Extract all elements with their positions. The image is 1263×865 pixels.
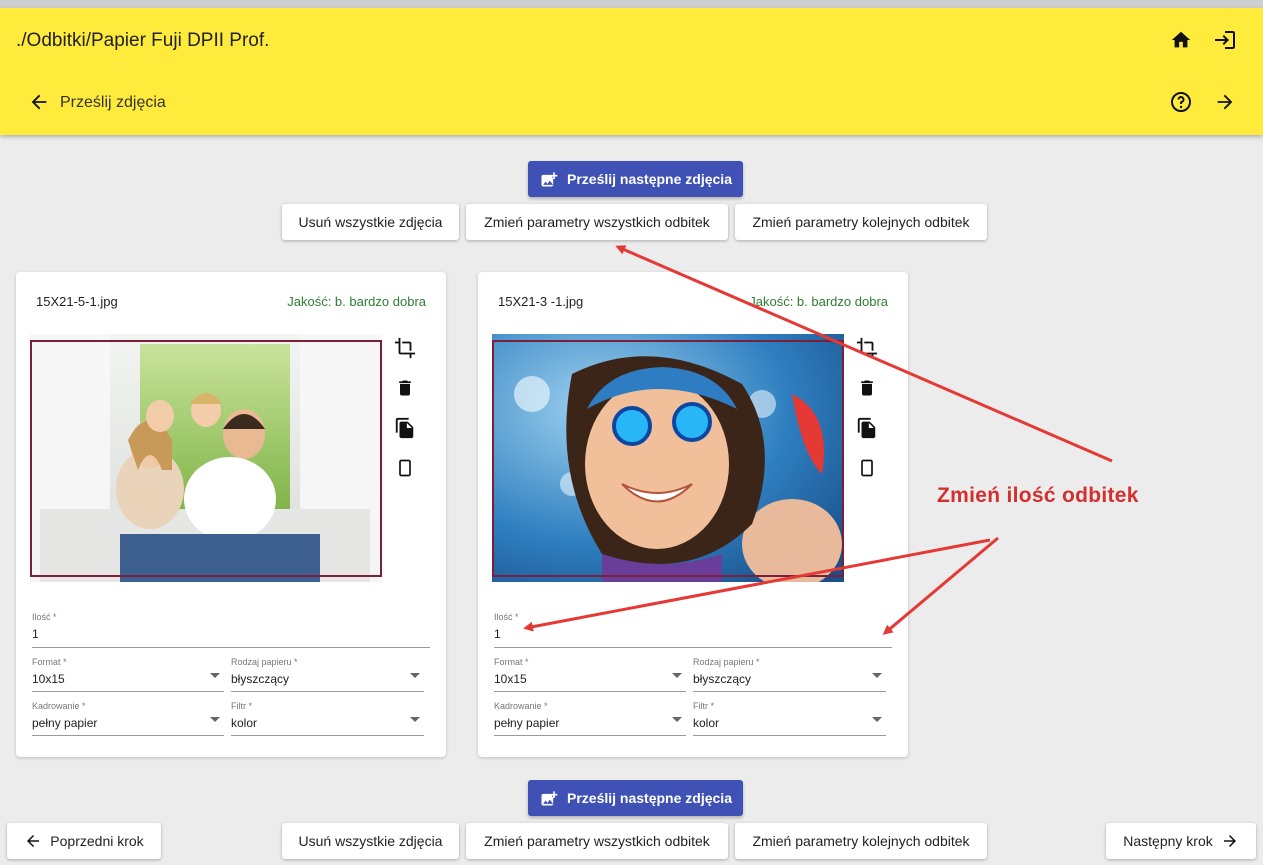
delete-all-button-bottom[interactable]: Usuń wszystkie zdjęcia	[282, 823, 459, 859]
previous-step-button[interactable]: Poprzedni krok	[7, 823, 161, 859]
paper-type-label: Rodzaj papieru *	[693, 657, 760, 667]
change-next-params-button-top[interactable]: Zmień parametry kolejnych odbitek	[735, 204, 987, 240]
login-icon[interactable]	[1212, 27, 1238, 53]
quantity-label: Ilość *	[494, 612, 519, 622]
copy-icon[interactable]	[856, 417, 878, 439]
top-strip	[0, 0, 1263, 8]
orientation-icon[interactable]	[394, 457, 416, 479]
delete-all-button-top[interactable]: Usuń wszystkie zdjęcia	[282, 204, 459, 240]
chevron-down-icon	[210, 673, 220, 678]
photo-preview-girl[interactable]	[492, 334, 844, 582]
copy-icon[interactable]	[394, 417, 416, 439]
step-title: Prześlij zdjęcia	[60, 94, 166, 111]
format-value: 10x15	[494, 672, 527, 686]
filter-label: Filtr *	[693, 701, 714, 711]
crop-mode-label: Kadrowanie *	[494, 701, 548, 711]
chevron-down-icon	[872, 717, 882, 722]
crop-mode-value: pełny papier	[494, 716, 560, 730]
format-select[interactable]: Format * 10x15	[494, 657, 686, 692]
photo-card-1: 15X21-5-1.jpg Jakość: b. bardzo dobra Il…	[16, 272, 446, 757]
delete-icon[interactable]	[856, 377, 878, 399]
chevron-down-icon	[672, 673, 682, 678]
quantity-field[interactable]: Ilość * 1	[494, 612, 892, 648]
filter-select[interactable]: Filtr * kolor	[231, 701, 424, 736]
upload-more-button-bottom[interactable]: Prześlij następne zdjęcia	[528, 780, 743, 816]
photo-filename: 15X21-5-1.jpg	[36, 294, 118, 309]
annotation-text: Zmień ilość odbitek	[937, 484, 1139, 507]
crop-mode-label: Kadrowanie *	[32, 701, 86, 711]
crop-mode-value: pełny papier	[32, 716, 98, 730]
crop-mode-select[interactable]: Kadrowanie * pełny papier	[32, 701, 224, 736]
format-value: 10x15	[32, 672, 65, 686]
filter-value: kolor	[693, 716, 720, 730]
chevron-down-icon	[410, 717, 420, 722]
next-step-button[interactable]: Następny krok	[1106, 823, 1256, 859]
format-select[interactable]: Format * 10x15	[32, 657, 224, 692]
app-header: ./Odbitki/Papier Fuji DPII Prof. Prześli…	[0, 8, 1263, 135]
delete-icon[interactable]	[394, 377, 416, 399]
paper-type-select[interactable]: Rodzaj papieru * błyszczący	[693, 657, 886, 692]
photo-card-2: 15X21-3 -1.jpg Jakość: b. bardzo dobra I…	[478, 272, 908, 757]
arrow-back-icon[interactable]	[26, 89, 52, 115]
quantity-label: Ilość *	[32, 612, 57, 622]
filter-label: Filtr *	[231, 701, 252, 711]
upload-more-label: Prześlij następne zdjęcia	[567, 790, 732, 806]
photo-filename: 15X21-3 -1.jpg	[498, 294, 584, 309]
filter-value: kolor	[231, 716, 258, 730]
format-label: Format *	[32, 657, 67, 667]
upload-more-label: Prześlij następne zdjęcia	[567, 171, 732, 187]
paper-type-value: błyszczący	[231, 672, 290, 686]
change-all-params-button-bottom[interactable]: Zmień parametry wszystkich odbitek	[466, 823, 728, 859]
arrow-back-icon	[27, 835, 40, 847]
add-photo-icon	[541, 172, 558, 187]
home-icon[interactable]	[1168, 27, 1194, 53]
photo-quality: Jakość: b. bardzo dobra	[749, 294, 888, 309]
orientation-icon[interactable]	[856, 457, 878, 479]
next-step-label: Następny krok	[1123, 833, 1213, 849]
add-photo-icon	[541, 791, 558, 806]
photo-preview-family[interactable]	[30, 334, 382, 582]
upload-more-button-top[interactable]: Prześlij następne zdjęcia	[528, 161, 743, 197]
filter-select[interactable]: Filtr * kolor	[693, 701, 886, 736]
breadcrumb-path: ./Odbitki/Papier Fuji DPII Prof.	[16, 30, 270, 51]
arrow-forward-icon[interactable]	[1212, 89, 1238, 115]
quantity-field[interactable]: Ilość * 1	[32, 612, 430, 648]
photo-quality: Jakość: b. bardzo dobra	[287, 294, 426, 309]
change-next-params-button-bottom[interactable]: Zmień parametry kolejnych odbitek	[735, 823, 987, 859]
chevron-down-icon	[872, 673, 882, 678]
format-label: Format *	[494, 657, 529, 667]
quantity-value: 1	[32, 627, 39, 641]
chevron-down-icon	[210, 717, 220, 722]
chevron-down-icon	[410, 673, 420, 678]
crop-icon[interactable]	[856, 337, 878, 359]
previous-step-label: Poprzedni krok	[50, 833, 144, 849]
crop-icon[interactable]	[394, 337, 416, 359]
arrow-forward-icon	[1223, 835, 1236, 847]
change-all-params-button-top[interactable]: Zmień parametry wszystkich odbitek	[466, 204, 728, 240]
help-icon[interactable]	[1168, 89, 1194, 115]
quantity-value: 1	[494, 627, 501, 641]
paper-type-label: Rodzaj papieru *	[231, 657, 298, 667]
paper-type-value: błyszczący	[693, 672, 752, 686]
crop-mode-select[interactable]: Kadrowanie * pełny papier	[494, 701, 686, 736]
paper-type-select[interactable]: Rodzaj papieru * błyszczący	[231, 657, 424, 692]
chevron-down-icon	[672, 717, 682, 722]
